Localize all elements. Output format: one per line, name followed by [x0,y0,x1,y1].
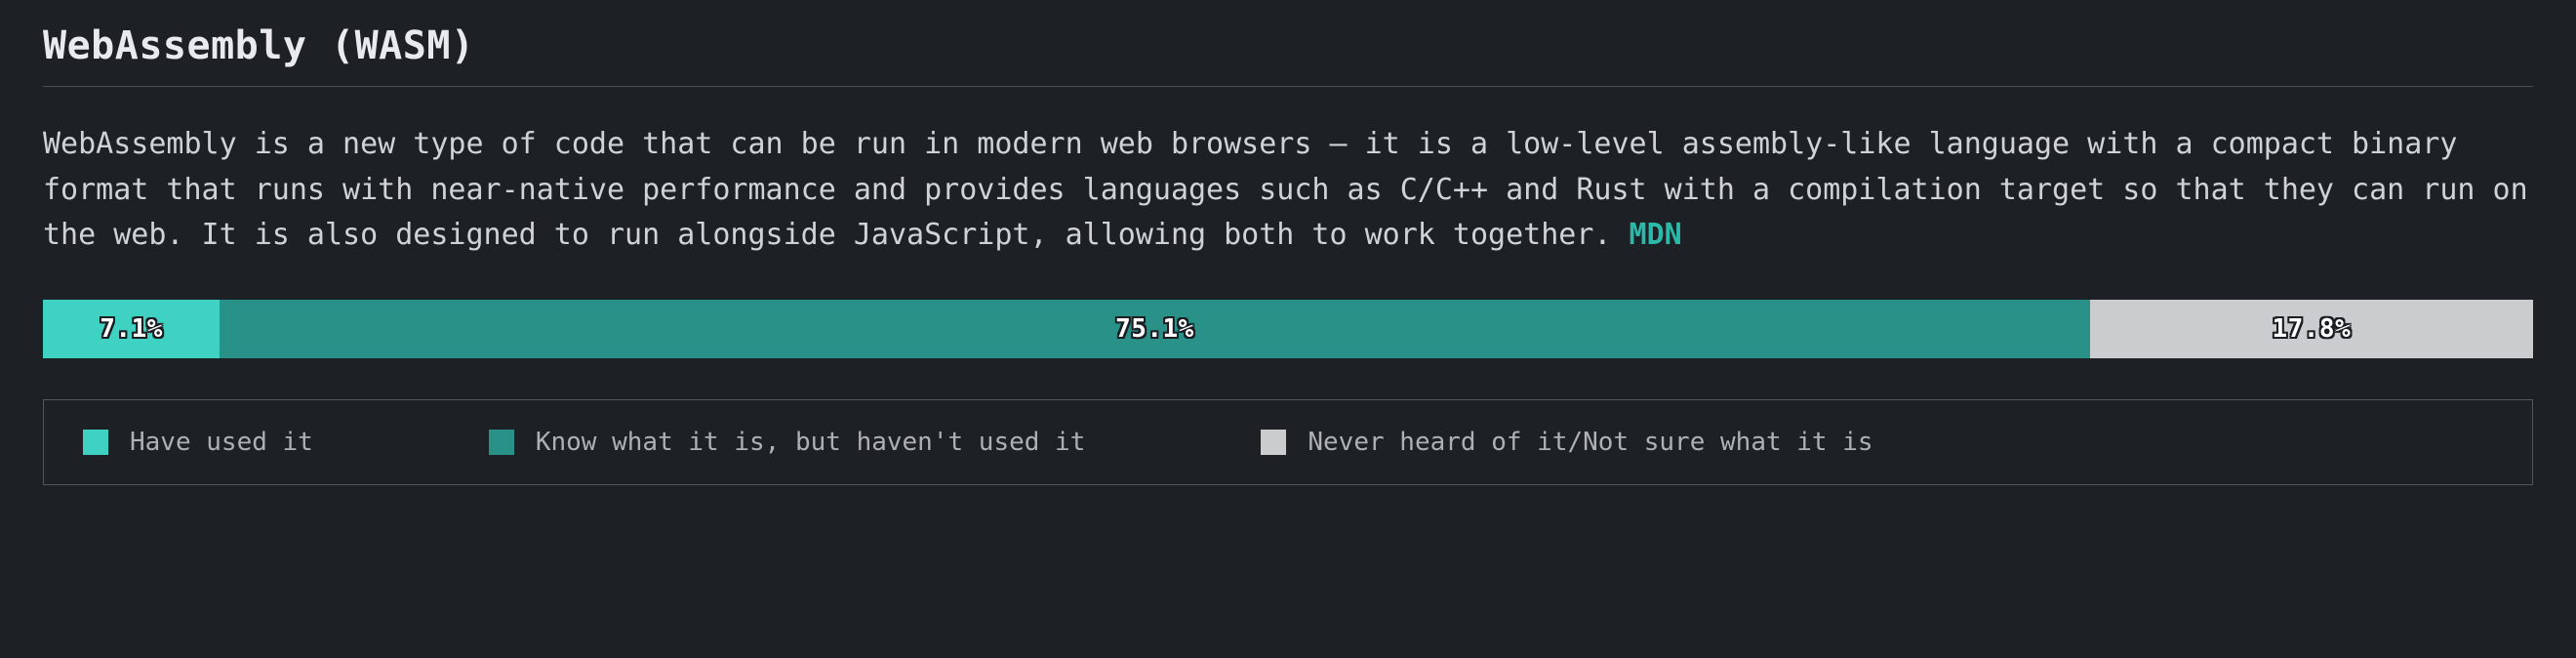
mdn-link[interactable]: MDN [1630,218,1682,252]
stacked-bar: 7.1% 75.1% 17.8% [43,300,2533,358]
chart-card: WebAssembly (WASM) WebAssembly is a new … [23,23,2553,485]
bar-segment-know-it: 75.1% [220,300,2090,358]
legend-swatch [489,430,514,455]
chart-description: WebAssembly is a new type of code that c… [43,122,2533,259]
bar-segment-label: 17.8% [2272,314,2351,344]
legend-swatch [83,430,108,455]
description-text: WebAssembly is a new type of code that c… [43,127,2528,252]
bar-segment-never-heard: 17.8% [2090,300,2533,358]
bar-segment-have-used: 7.1% [43,300,220,358]
legend: Have used it Know what it is, but haven'… [43,399,2533,485]
legend-label: Know what it is, but haven't used it [536,428,1086,457]
bar-segment-label: 75.1% [1115,314,1194,344]
legend-label: Never heard of it/Not sure what it is [1308,428,1872,457]
divider [43,86,2533,87]
legend-label: Have used it [130,428,313,457]
chart-title: WebAssembly (WASM) [43,23,2533,68]
legend-swatch [1261,430,1286,455]
legend-item-have-used: Have used it [83,428,313,457]
legend-item-know-it: Know what it is, but haven't used it [489,428,1086,457]
legend-item-never-heard: Never heard of it/Not sure what it is [1261,428,1872,457]
bar-segment-label: 7.1% [100,314,163,344]
